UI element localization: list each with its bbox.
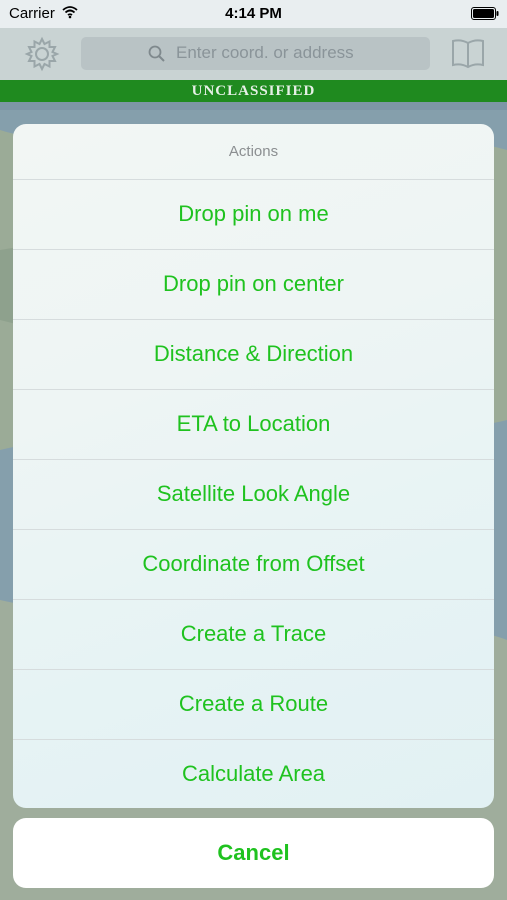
action-satellite-look-angle[interactable]: Satellite Look Angle <box>13 459 494 529</box>
action-drop-pin-on-center[interactable]: Drop pin on center <box>13 249 494 319</box>
action-eta-to-location[interactable]: ETA to Location <box>13 389 494 459</box>
action-calculate-area[interactable]: Calculate Area <box>13 739 494 808</box>
action-coordinate-from-offset[interactable]: Coordinate from Offset <box>13 529 494 599</box>
classification-banner: UNCLASSIFIED <box>0 80 507 102</box>
book-icon[interactable] <box>451 37 485 69</box>
action-create-trace[interactable]: Create a Trace <box>13 599 494 669</box>
gear-icon[interactable] <box>24 36 60 72</box>
clock: 4:14 PM <box>225 5 282 22</box>
action-sheet: Actions Drop pin on me Drop pin on cente… <box>13 124 494 808</box>
action-drop-pin-on-me[interactable]: Drop pin on me <box>13 179 494 249</box>
action-distance-direction[interactable]: Distance & Direction <box>13 319 494 389</box>
top-navbar: Enter coord. or address <box>0 28 507 80</box>
search-input[interactable]: Enter coord. or address <box>81 37 430 70</box>
action-sheet-title: Actions <box>228 143 279 160</box>
battery-icon <box>471 7 499 24</box>
action-create-route[interactable]: Create a Route <box>13 669 494 739</box>
cancel-button[interactable]: Cancel <box>13 818 494 888</box>
search-placeholder: Enter coord. or address <box>176 43 354 62</box>
status-bar: Carrier 4:14 PM <box>0 0 507 28</box>
search-icon <box>148 45 165 67</box>
